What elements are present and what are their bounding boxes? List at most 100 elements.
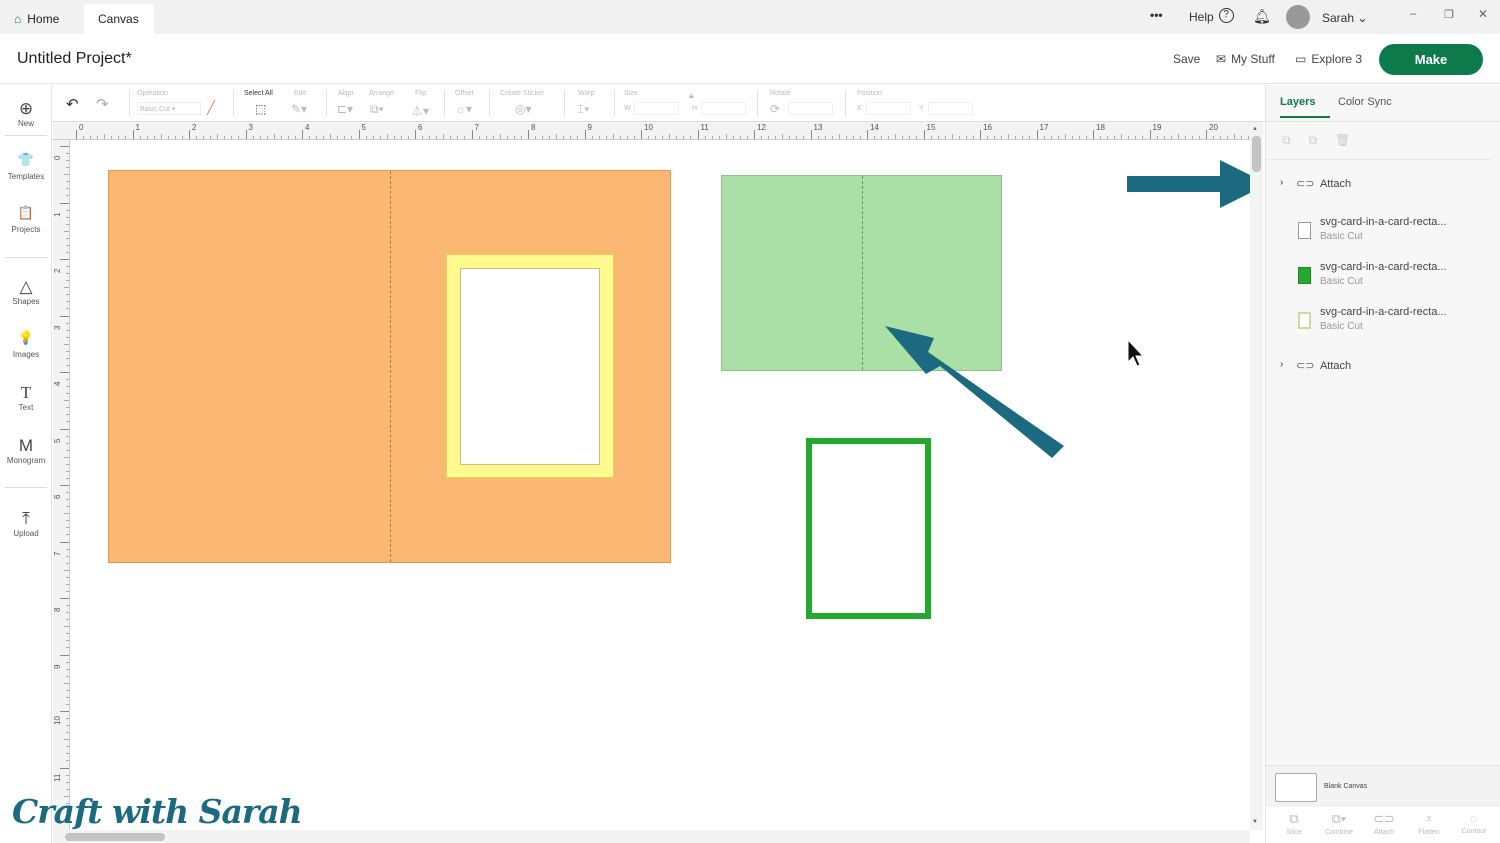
rotate-input[interactable] — [788, 102, 833, 115]
more-menu[interactable]: ••• — [1150, 8, 1163, 22]
ruler-tick — [641, 130, 642, 139]
sidebar-item-new[interactable]: ⊕ New — [0, 99, 52, 128]
tab-home[interactable]: ⌂ Home — [0, 4, 73, 34]
ruler-tick — [584, 130, 586, 139]
sidebar-item-monogram[interactable]: M Monogram — [0, 436, 52, 465]
save-button[interactable]: Save — [1173, 52, 1200, 66]
flip-icon[interactable]: ⏃▾ — [411, 102, 429, 119]
help-button[interactable]: Help? — [1189, 8, 1234, 24]
divider — [326, 90, 327, 117]
attach-button[interactable]: ⊂⊃ Attach — [1364, 811, 1404, 836]
divider — [233, 90, 234, 117]
panel-actions: ⧉ Slice ⧉▾ Combine ⊂⊃ Attach ⩡ Flatten ◌ Cont… — [1266, 807, 1500, 843]
scroll-thumb[interactable] — [1252, 136, 1261, 172]
flatten-icon: ⩡ — [1425, 811, 1433, 826]
warp-icon[interactable]: ⌶▾ — [577, 102, 589, 117]
blank-canvas-label: Blank Canvas — [1324, 783, 1368, 790]
contour-button[interactable]: ◌ Contour — [1454, 811, 1494, 835]
combine-button[interactable]: ⧉▾ Combine — [1319, 811, 1359, 836]
flatten-button[interactable]: ⩡ Flatten — [1409, 811, 1449, 836]
chevron-right-icon[interactable]: › — [1280, 177, 1283, 188]
width-input[interactable] — [634, 102, 679, 115]
ruler-tick — [1206, 130, 1207, 139]
sidebar-item-images[interactable]: 💡 Images — [0, 330, 52, 359]
chevron-down-icon: ⌄ — [1357, 11, 1368, 25]
layer-item[interactable]: svg-card-in-a-card-recta... Basic Cut — [1320, 216, 1447, 242]
pen-color-icon[interactable]: ╱ — [207, 100, 215, 116]
ruler-label: 7 — [474, 123, 479, 132]
make-button[interactable]: Make — [1379, 44, 1483, 75]
layer-actions[interactable]: ⧉⧉🗑︎ — [1282, 133, 1368, 148]
divider — [1266, 121, 1500, 122]
ruler-label: 6 — [418, 123, 423, 132]
select-all-icon[interactable]: ⬚ — [255, 102, 266, 116]
vertical-scrollbar[interactable]: ▲ ▼ — [1250, 122, 1263, 830]
operation-select[interactable]: Basic Cut ▾ — [137, 102, 201, 115]
divider — [1266, 159, 1491, 160]
layer-group-attach[interactable]: ⊂⊃ Attach — [1296, 359, 1351, 372]
sidebar-item-templates[interactable]: 👕 Templates — [0, 152, 52, 181]
ruler-tick — [60, 259, 69, 260]
ruler-top: 0 1 2 3 4 5 6 7 8 9 10 11 12 13 14 15 16 17 18 19 20 — [53, 122, 1250, 140]
bell-icon[interactable]: 🔔︎ — [1253, 8, 1271, 25]
divider — [5, 487, 47, 488]
layer-group-attach[interactable]: ⊂⊃ Attach — [1296, 177, 1351, 190]
sidebar-item-shapes[interactable]: △ Shapes — [0, 277, 52, 306]
sticker-icon[interactable]: ◎▾ — [515, 102, 532, 116]
layer-item[interactable]: svg-card-in-a-card-recta... Basic Cut — [1320, 306, 1447, 332]
slice-button[interactable]: ⧉ Slice — [1274, 811, 1314, 836]
lock-icon[interactable]: 🔒︎ — [689, 90, 694, 101]
design-canvas[interactable] — [70, 140, 1250, 830]
project-title[interactable]: Untitled Project* — [17, 50, 132, 68]
tab-canvas[interactable]: Canvas — [84, 4, 154, 34]
clipboard-icon: 📋 — [17, 205, 35, 220]
redo-icon[interactable]: ↷ — [96, 95, 109, 113]
sidebar-item-upload[interactable]: ⤒ Upload — [0, 509, 52, 538]
x-input[interactable] — [866, 102, 911, 115]
divider — [489, 90, 490, 117]
arrange-icon[interactable]: ⧉▾ — [370, 102, 384, 117]
avatar[interactable] — [1286, 5, 1310, 29]
annotation-arrows — [885, 160, 1250, 458]
machine-button[interactable]: ▭ Explore 3 — [1295, 52, 1362, 66]
offset-icon[interactable]: ☼▾ — [455, 102, 472, 116]
user-menu[interactable]: Sarah ⌄ — [1322, 11, 1367, 25]
ruler-label: 8 — [53, 607, 62, 612]
restore-icon[interactable]: ❐ — [1444, 8, 1454, 21]
y-input[interactable] — [928, 102, 973, 115]
shapes-icon: △ — [19, 277, 33, 296]
ruler-label: 17 — [1039, 123, 1049, 132]
minimize-icon[interactable]: – — [1410, 8, 1416, 20]
slice-icon: ⧉ — [1289, 811, 1299, 826]
ruler-left: 0 1 2 3 4 5 6 7 8 9 10 11 — [53, 140, 70, 830]
ruler-label: 11 — [53, 773, 62, 782]
scroll-thumb[interactable] — [65, 833, 165, 841]
sidebar-item-projects[interactable]: 📋 Projects — [0, 205, 52, 234]
chevron-right-icon[interactable]: › — [1280, 359, 1283, 370]
ruler-label: 0 — [53, 155, 62, 160]
ruler-label: 9 — [587, 123, 592, 132]
my-stuff-button[interactable]: ✉ My Stuff — [1216, 52, 1275, 66]
tab-color-sync[interactable]: Color Sync — [1338, 96, 1392, 108]
ruler-tick — [132, 130, 134, 139]
edit-label: Edit — [294, 90, 307, 97]
tab-layers[interactable]: Layers — [1280, 96, 1330, 118]
ruler-label: 8 — [531, 123, 536, 132]
align-icon[interactable]: ⊏▾ — [337, 102, 353, 116]
operation-label: Operation — [137, 90, 168, 97]
height-input[interactable] — [701, 102, 746, 115]
sidebar-item-text[interactable]: T Text — [0, 383, 52, 412]
horizontal-scrollbar[interactable] — [53, 830, 1250, 843]
ruler-label: 5 — [361, 123, 366, 132]
edit-toolbar: ↶ ↷ Operation Basic Cut ▾ ╱ Select All ⬚… — [53, 85, 1265, 122]
close-icon[interactable]: ✕ — [1478, 7, 1488, 21]
divider — [845, 90, 846, 117]
edit-icon[interactable]: ✎▾ — [291, 102, 307, 116]
ruler-tick — [60, 202, 69, 204]
blank-canvas-row[interactable]: Blank Canvas — [1266, 765, 1500, 807]
ruler-label: 6 — [53, 494, 62, 499]
undo-icon[interactable]: ↶ — [66, 95, 79, 113]
ruler-label: 12 — [757, 123, 766, 132]
ruler-tick — [60, 767, 69, 769]
layer-item[interactable]: svg-card-in-a-card-recta... Basic Cut — [1320, 261, 1447, 287]
